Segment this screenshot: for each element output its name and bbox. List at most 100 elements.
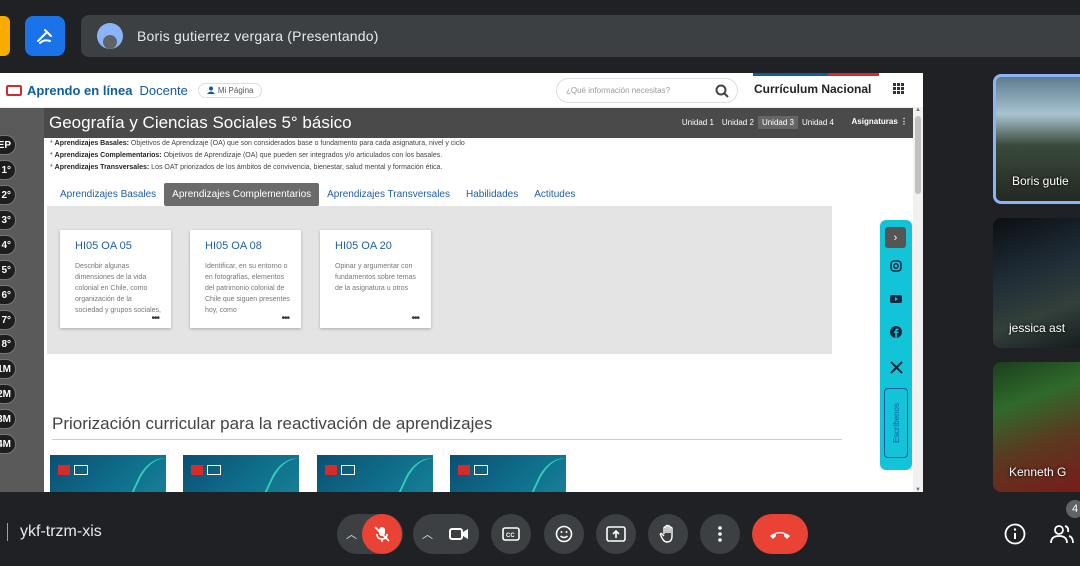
escribenos-button[interactable]: Escríbenos [884,388,908,458]
oa-card-text: Identificar, en su entorno o en fotograf… [205,263,290,314]
participant-name: jessica ast [1009,321,1066,335]
captions-icon: CC [502,527,520,541]
search-input[interactable]: ¿Qué información necesitas? [556,78,738,103]
oa-card-text: Opinar y argumentar con fundamentos sobr… [335,263,416,292]
unit-nav: Unidad 1 Unidad 2 Unidad 3 Unidad 4 [678,116,838,129]
annotate-button[interactable] [25,16,65,56]
grade-item[interactable]: 1M [0,359,16,379]
present-icon [606,526,626,542]
grade-item[interactable]: 2° [0,185,16,205]
unit-tab-active[interactable]: Unidad 3 [757,116,798,129]
grade-item[interactable]: EP [0,135,16,155]
participant-tile[interactable]: Kenneth G [993,362,1080,492]
resource-thumbnail[interactable] [50,455,166,492]
participant-count-badge: 4 [1066,500,1080,518]
app-button-yellow[interactable] [0,16,10,56]
definition-row: * Aprendizajes Transversales: Los OAT pr… [50,164,443,171]
grade-sidebar: EP 1° 2° 3° 4° 5° 6° 7° 8° 1M 2M 3M 4M [0,108,44,492]
more-options-button[interactable] [700,514,740,554]
facebook-icon[interactable] [886,322,906,342]
oa-card[interactable]: HI05 OA 20 Opinar y argumentar con funda… [320,230,431,328]
meet-top-bar: Boris gutierrez vergara (Presentando) [0,0,1080,72]
resource-thumbnail[interactable] [317,455,433,492]
chevron-right-icon[interactable]: › [885,227,906,248]
oa-card[interactable]: HI05 OA 08 Identificar, en su entorno o … [190,230,301,328]
participant-name: Kenneth G [1009,465,1067,479]
participant-tile[interactable]: jessica ast [993,218,1080,348]
mi-pagina-button[interactable]: Mi Página [197,82,263,98]
site-header: Aprendo en línea Docente Mi Página ¿Qué … [0,73,923,108]
escribenos-label: Escríbenos [891,402,901,444]
presenter-avatar [97,23,123,49]
leave-call-button[interactable] [752,514,808,554]
people-icon [1050,525,1074,544]
grade-item[interactable]: 8° [0,334,16,354]
x-twitter-icon[interactable] [886,357,906,377]
subject-title: Geografía y Ciencias Sociales 5° básico [49,113,352,132]
present-screen-button[interactable] [596,514,636,554]
camera-toggle-button[interactable] [439,514,479,554]
grade-item[interactable]: 4° [0,235,16,255]
grade-item[interactable]: 1° [0,160,16,180]
grade-item[interactable]: 4M [0,434,16,454]
grade-item[interactable]: 3° [0,210,16,230]
definition-row: * Aprendizajes Basales: Objetivos de Apr… [50,140,465,147]
instagram-icon[interactable] [886,256,906,276]
logo-text: Aprendo en línea [27,82,133,98]
ministry-logo-icon [341,465,355,475]
resource-thumbnail[interactable] [183,455,299,492]
reactions-button[interactable] [544,514,584,554]
more-vert-icon [718,526,722,542]
tab-habilidades[interactable]: Habilidades [458,183,526,206]
grade-item[interactable]: 5° [0,260,16,280]
mic-off-icon [374,526,390,542]
unit-tab[interactable]: Unidad 4 [798,116,838,129]
presenter-bar: Boris gutierrez vergara (Presentando) [81,15,1080,57]
ministry-logo-icon [325,465,337,475]
unit-tab[interactable]: Unidad 1 [678,116,718,129]
scroll-thumb[interactable] [915,116,921,194]
definition-row: * Aprendizajes Complementarios: Objetivo… [50,152,443,159]
grade-item[interactable]: 7° [0,310,16,330]
ministry-logo-icon [207,465,221,475]
chevron-up-icon: ︿ [422,529,433,541]
youtube-icon[interactable] [886,289,906,309]
oa-card[interactable]: HI05 OA 05 Describir algunas dimensiones… [60,230,171,328]
ministry-logo-icon [474,465,488,475]
apps-grid-icon[interactable] [893,83,904,94]
participant-tile[interactable]: Boris gutie [993,74,1080,204]
hang-up-icon [770,532,790,539]
search-icon[interactable] [715,84,729,98]
captions-button[interactable]: CC [491,514,531,554]
tab-basales[interactable]: Aprendizajes Basales [52,183,164,206]
page-scrollbar[interactable]: ▲ ▼ [913,107,923,492]
grade-item[interactable]: 6° [0,285,16,305]
subject-bar: Geografía y Ciencias Sociales 5° básico … [44,108,914,138]
tab-transversales[interactable]: Aprendizajes Transversales [319,183,458,206]
grade-item[interactable]: 2M [0,384,16,404]
scroll-up-icon[interactable]: ▲ [915,107,921,113]
oa-card-text: Describir algunas dimensiones de la vida… [75,263,161,314]
resource-thumbnail[interactable] [450,455,566,492]
grade-item[interactable]: 3M [0,409,16,429]
mic-toggle-button[interactable] [362,514,402,554]
curriculum-accent-line [753,73,879,76]
more-icon[interactable]: ••• [281,313,289,324]
mi-pagina-label: Mi Página [217,85,254,95]
more-icon[interactable]: ••• [151,313,159,324]
meeting-details-button[interactable] [1003,522,1027,546]
people-button[interactable] [1050,522,1074,546]
more-icon[interactable]: ••• [411,313,419,324]
ministry-logo-icon [191,465,203,475]
chevron-up-icon: ︿ [346,529,357,541]
tab-actitudes[interactable]: Actitudes [526,183,583,206]
unit-tab[interactable]: Unidad 2 [718,116,758,129]
tab-complementarios[interactable]: Aprendizajes Complementarios [164,183,320,206]
meeting-code: ykf-trzm-xis [7,523,102,541]
curriculum-nacional-link[interactable]: Currículum Nacional [754,82,871,96]
shared-screen: Aprendo en línea Docente Mi Página ¿Qué … [0,73,923,492]
asignaturas-menu[interactable]: Asignaturas ⋮ [852,117,908,126]
definitions: * Aprendizajes Basales: Objetivos de Apr… [50,138,914,174]
site-logo[interactable]: Aprendo en línea [6,83,132,98]
raise-hand-button[interactable] [648,514,688,554]
